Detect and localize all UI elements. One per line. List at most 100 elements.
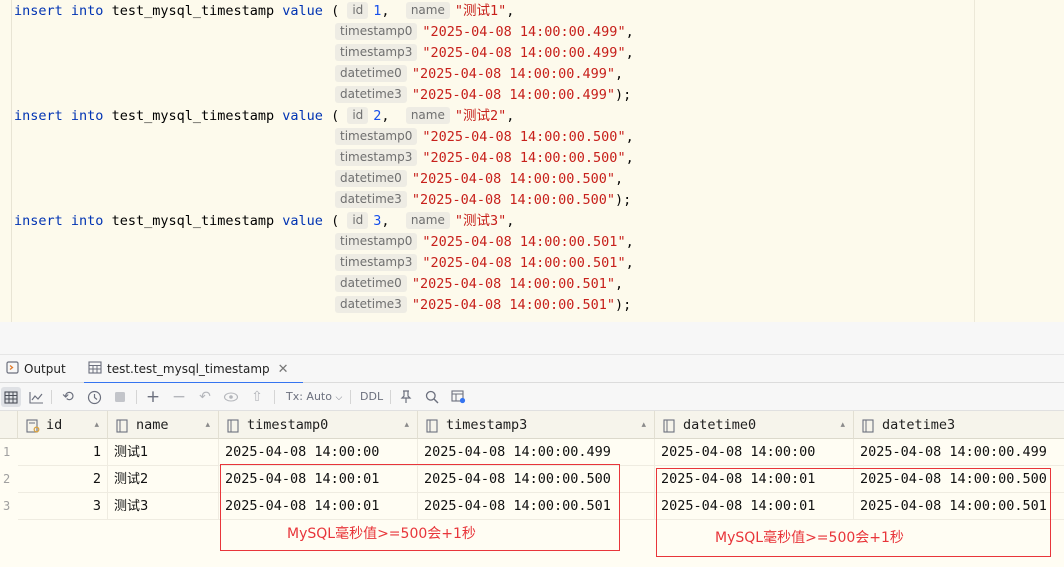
search-icon[interactable]	[422, 387, 442, 407]
param-hint: timestamp3	[335, 44, 418, 61]
column-header-datetime0[interactable]: datetime0 ▴	[655, 411, 854, 439]
table-cell[interactable]: 2025-04-08 14:00:01	[655, 466, 854, 493]
column-header-timestamp0[interactable]: timestamp0 ▴	[219, 411, 418, 439]
code-line[interactable]: timestamp0 "2025-04-08 14:00:00.501",	[335, 232, 634, 253]
add-row-icon[interactable]: +	[143, 387, 163, 407]
open-in-editor-icon[interactable]	[448, 387, 468, 407]
sort-icon[interactable]: ▴	[840, 411, 845, 439]
toolbar-separator	[136, 390, 137, 404]
row-number[interactable]: 3	[0, 493, 18, 520]
string-literal: "2025-04-08 14:00:00.500"	[422, 150, 626, 166]
column-header-label: timestamp3	[446, 417, 528, 433]
param-hint: datetime3	[335, 191, 407, 208]
string-literal: "2025-04-08 14:00:00.499"	[411, 87, 616, 103]
code-line[interactable]: timestamp3 "2025-04-08 14:00:00.499",	[335, 43, 634, 64]
table-cell[interactable]: 3	[18, 493, 108, 520]
code-line[interactable]: timestamp0 "2025-04-08 14:00:00.499",	[335, 22, 634, 43]
history-icon[interactable]	[84, 387, 104, 407]
submit-icon[interactable]: ⇧	[247, 387, 267, 407]
code-line[interactable]: datetime3 "2025-04-08 14:00:00.501");	[335, 295, 631, 316]
table-cell[interactable]: 2025-04-08 14:00:00	[655, 439, 854, 466]
sort-icon[interactable]: ▴	[94, 411, 99, 439]
column-header-id[interactable]: id ▴	[18, 411, 108, 439]
sort-icon[interactable]: ▴	[205, 411, 210, 439]
param-hint: datetime3	[335, 86, 407, 103]
table-cell[interactable]: 2025-04-08 14:00:00.501	[854, 493, 1064, 520]
table-cell[interactable]: 2025-04-08 14:00:01	[219, 493, 418, 520]
stop-icon[interactable]	[110, 387, 130, 407]
param-hint: timestamp3	[335, 254, 418, 271]
table-cell[interactable]: 2025-04-08 14:00:00.501	[418, 493, 655, 520]
preview-pending-icon[interactable]	[221, 387, 241, 407]
string-literal: "测试3"	[454, 213, 507, 229]
param-hint: name	[405, 107, 450, 124]
transaction-mode-dropdown[interactable]: Tx: Auto ⌵	[286, 383, 342, 411]
column-icon	[663, 418, 675, 437]
column-header-timestamp3[interactable]: timestamp3 ▴	[418, 411, 655, 439]
table-cell[interactable]: 1	[18, 439, 108, 466]
string-literal: "2025-04-08 14:00:00.501"	[422, 234, 626, 250]
code-line[interactable]: datetime0 "2025-04-08 14:00:00.501",	[335, 274, 623, 295]
param-hint: datetime0	[335, 275, 407, 292]
remove-row-icon[interactable]: −	[169, 387, 189, 407]
table-cell[interactable]: 2025-04-08 14:00:00.500	[854, 466, 1064, 493]
code-line[interactable]: insert into test_mysql_timestamp value (…	[14, 211, 514, 232]
editor-gutter	[11, 0, 12, 322]
table-cell[interactable]: 2025-04-08 14:00:00.499	[418, 439, 655, 466]
table-cell[interactable]: 2025-04-08 14:00:00.499	[854, 439, 1064, 466]
column-icon	[116, 418, 128, 437]
table-view-icon[interactable]	[1, 387, 21, 407]
code-line[interactable]: datetime3 "2025-04-08 14:00:00.500");	[335, 190, 631, 211]
panel-separator[interactable]	[0, 322, 1064, 355]
column-header-label: id	[46, 417, 63, 433]
tab-output[interactable]: Output	[6, 355, 66, 383]
string-literal: "2025-04-08 14:00:00.499"	[422, 24, 626, 40]
annotation-note-datetime: MySQL毫秒值>=500会+1秒	[715, 530, 904, 546]
table-cell[interactable]: 测试3	[108, 493, 219, 520]
code-line[interactable]: datetime3 "2025-04-08 14:00:00.499");	[335, 85, 631, 106]
sort-icon[interactable]: ▴	[404, 411, 409, 439]
table-cell[interactable]: 2025-04-08 14:00:00.500	[418, 466, 655, 493]
param-hint: id	[347, 107, 369, 124]
refresh-icon[interactable]: ⟲	[58, 387, 78, 407]
column-header-label: timestamp0	[247, 417, 329, 433]
row-number-header	[0, 411, 18, 439]
code-line[interactable]: datetime0 "2025-04-08 14:00:00.499",	[335, 64, 623, 85]
column-header-datetime3[interactable]: datetime3	[854, 411, 1064, 439]
table-cell[interactable]: 2025-04-08 14:00:01	[655, 493, 854, 520]
row-number[interactable]: 1	[0, 439, 18, 466]
tab-table-result[interactable]: test.test_mysql_timestamp ✕	[84, 355, 303, 384]
code-line[interactable]: insert into test_mysql_timestamp value (…	[14, 106, 514, 127]
sql-editor[interactable]: insert into test_mysql_timestamp value (…	[0, 0, 1064, 322]
toolbar-separator	[51, 390, 52, 404]
ddl-button[interactable]: DDL	[360, 383, 383, 411]
param-hint: name	[405, 212, 450, 229]
code-line[interactable]: timestamp3 "2025-04-08 14:00:00.500",	[335, 148, 634, 169]
annotation-note-timestamp: MySQL毫秒值>=500会+1秒	[287, 526, 476, 542]
row-number[interactable]: 2	[0, 466, 18, 493]
column-icon	[426, 418, 438, 437]
table-cell[interactable]: 测试2	[108, 466, 219, 493]
tab-output-label: Output	[24, 362, 66, 376]
code-line[interactable]: datetime0 "2025-04-08 14:00:00.500",	[335, 169, 623, 190]
column-header-name[interactable]: name ▴	[108, 411, 219, 439]
pin-icon[interactable]	[396, 387, 416, 407]
revert-icon[interactable]: ↶	[195, 387, 215, 407]
column-header-label: name	[136, 417, 169, 433]
code-line[interactable]: insert into test_mysql_timestamp value (…	[14, 1, 514, 22]
table-cell[interactable]: 2	[18, 466, 108, 493]
sort-icon[interactable]: ▴	[641, 411, 646, 439]
table-cell[interactable]: 测试1	[108, 439, 219, 466]
keyword: into	[70, 213, 104, 229]
param-hint: timestamp0	[335, 233, 418, 250]
chart-view-icon[interactable]	[26, 387, 46, 407]
code-line[interactable]: timestamp0 "2025-04-08 14:00:00.500",	[335, 127, 634, 148]
param-hint: datetime0	[335, 65, 407, 82]
table-cell[interactable]: 2025-04-08 14:00:01	[219, 466, 418, 493]
close-icon[interactable]: ✕	[278, 362, 289, 377]
table-cell[interactable]: 2025-04-08 14:00:00	[219, 439, 418, 466]
table-icon	[88, 356, 102, 384]
code-line[interactable]: timestamp3 "2025-04-08 14:00:00.501",	[335, 253, 634, 274]
ddl-label: DDL	[360, 390, 384, 403]
result-grid[interactable]: id ▴ name ▴ timestamp0 ▴ timestamp3 ▴ da…	[0, 411, 1064, 567]
